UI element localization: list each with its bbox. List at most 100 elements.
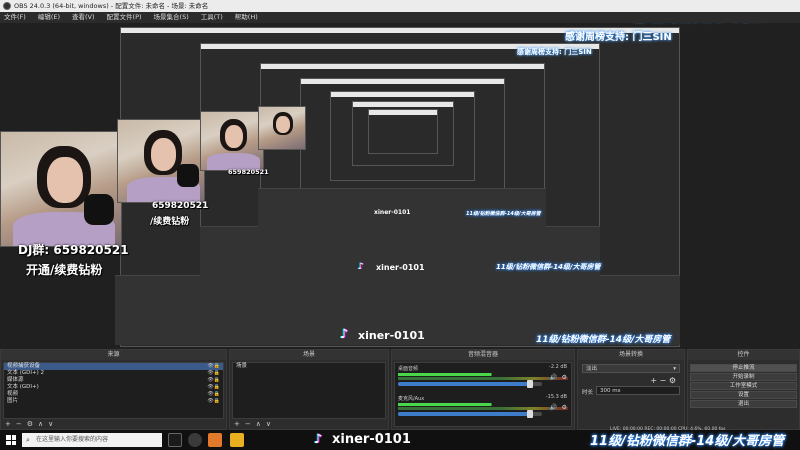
tiktok-logo-icon: ♪ bbox=[314, 431, 323, 447]
source-properties-gear-icon[interactable]: ⚙ bbox=[27, 420, 33, 428]
audio-mixer-dock: 音频混音器 桌面音频 -2.2 dB 🔊 ⚙ 麦克风/Aux -15.3 dB … bbox=[391, 349, 575, 430]
list-item[interactable]: 文本 (GDI+) 👁🔒 bbox=[4, 384, 223, 391]
remove-transition-button[interactable]: − bbox=[660, 376, 667, 385]
tiktok-user-label: xiner-0101 bbox=[374, 209, 411, 216]
add-transition-button[interactable]: + bbox=[650, 376, 657, 385]
transition-settings-gear-icon[interactable]: ⚙ bbox=[669, 376, 676, 385]
source-label: 图片 bbox=[7, 398, 19, 404]
studio-mode-button[interactable]: 工作室模式 bbox=[690, 382, 797, 390]
duration-value: 300 ms bbox=[600, 388, 621, 394]
search-placeholder: 在这里输入你要搜索的内容 bbox=[36, 436, 109, 443]
move-up-button[interactable]: ∧ bbox=[38, 420, 43, 428]
taskbar: ⌕ 在这里输入你要搜索的内容 ♪ xiner-0101 11级/钻粉微信群-14… bbox=[0, 430, 800, 450]
start-recording-button[interactable]: 开始录制 bbox=[690, 373, 797, 381]
menu-profile[interactable]: 配置文件(P) bbox=[107, 12, 142, 23]
mixer-title: 音频混音器 bbox=[392, 350, 574, 360]
settings-button[interactable]: 设置 bbox=[690, 391, 797, 399]
list-item[interactable]: 文本 (GDI+) 2 👁🔒 bbox=[4, 370, 223, 377]
source-label: 视频 bbox=[7, 391, 19, 397]
remove-scene-button[interactable]: − bbox=[245, 420, 251, 428]
add-scene-button[interactable]: + bbox=[234, 420, 240, 428]
move-down-button[interactable]: ∨ bbox=[48, 420, 53, 428]
scroll-banner: 11级/钻粉微信群-14级/大哥房管 bbox=[590, 434, 785, 449]
preview-canvas[interactable]: DJ群: 659820521 开通/续费钻粉 659820521 /续费钻粉 6… bbox=[0, 23, 800, 349]
volume-slider[interactable] bbox=[398, 410, 542, 418]
taskbar-search-input[interactable]: ⌕ 在这里输入你要搜索的内容 bbox=[22, 433, 162, 447]
add-source-button[interactable]: + bbox=[5, 420, 11, 428]
speaker-icon[interactable]: 🔊 bbox=[550, 404, 557, 411]
visibility-lock-icon[interactable]: 👁🔒 bbox=[207, 398, 220, 405]
transition-select[interactable]: 淡出 ▾ bbox=[582, 364, 680, 373]
scenes-title: 场景 bbox=[230, 350, 388, 360]
level-meter-scale bbox=[398, 377, 568, 380]
exit-button[interactable]: 退出 bbox=[690, 400, 797, 408]
scenes-toolbar: + − ∧ ∨ bbox=[234, 420, 271, 428]
renew-text-nested: /续费钻粉 bbox=[150, 217, 190, 227]
folder-icon[interactable] bbox=[230, 433, 244, 447]
source-label: 媒体源 bbox=[7, 377, 24, 383]
visibility-lock-icon[interactable]: 👁🔒 bbox=[207, 377, 220, 384]
list-item[interactable]: 场景 bbox=[233, 363, 385, 370]
scene-move-up-button[interactable]: ∧ bbox=[256, 420, 261, 428]
webcam-feed-nested-1 bbox=[117, 119, 205, 203]
menu-edit[interactable]: 编辑(E) bbox=[38, 12, 60, 23]
visibility-lock-icon[interactable]: 👁🔒 bbox=[207, 370, 220, 377]
speaker-icon[interactable]: 🔊 bbox=[550, 374, 557, 381]
dj-group-text: DJ群: 659820521 bbox=[18, 243, 129, 257]
obs-app-icon[interactable] bbox=[188, 433, 202, 447]
list-item[interactable]: 图片 👁🔒 bbox=[4, 398, 223, 405]
scene-move-down-button[interactable]: ∨ bbox=[266, 420, 271, 428]
tiktok-id-nested: ♪ xiner-0101 bbox=[340, 328, 425, 342]
list-item[interactable]: 视频 👁🔒 bbox=[4, 391, 223, 398]
source-label: 文本 (GDI+) 2 bbox=[7, 370, 45, 376]
stop-streaming-button[interactable]: 停止推流 bbox=[690, 364, 797, 372]
menu-help[interactable]: 帮助(H) bbox=[235, 12, 258, 23]
remove-source-button[interactable]: − bbox=[16, 420, 22, 428]
nested-docks-3 bbox=[258, 188, 546, 228]
task-view-icon[interactable] bbox=[168, 433, 182, 447]
controls-title: 控件 bbox=[688, 350, 799, 360]
gear-icon[interactable]: ⚙ bbox=[562, 374, 567, 381]
list-item[interactable]: 媒体源 👁🔒 bbox=[4, 377, 223, 384]
scroll-banner-nested-3: 11级/钻粉微信群-14级/大哥房管 bbox=[466, 211, 541, 217]
channel-label: 桌面音频 bbox=[398, 366, 419, 372]
search-icon: ⌕ bbox=[26, 436, 30, 444]
sources-list[interactable]: 视频捕获设备 👁🔒 文本 (GDI+) 2 👁🔒 媒体源 👁🔒 文本 (GDI+) 👁🔒… bbox=[3, 362, 224, 419]
sources-dock: 来源 视频捕获设备 👁🔒 文本 (GDI+) 2 👁🔒 媒体源 👁🔒 文本 (GDI+… bbox=[0, 349, 227, 430]
level-meter-scale bbox=[398, 407, 568, 410]
visibility-lock-icon[interactable]: 👁🔒 bbox=[207, 363, 220, 370]
volume-slider[interactable] bbox=[398, 380, 542, 388]
tiktok-id-nested-2: ♪ xiner-0101 bbox=[358, 260, 425, 274]
sources-title: 来源 bbox=[1, 350, 226, 360]
window-title: OBS 24.0.3 (64-bit, windows) - 配置文件: 未命名… bbox=[14, 2, 209, 10]
dock-area: 来源 视频捕获设备 👁🔒 文本 (GDI+) 2 👁🔒 媒体源 👁🔒 文本 (GDI+… bbox=[0, 349, 800, 430]
transition-toolbar: + − ⚙ bbox=[650, 376, 676, 385]
windows-start-icon[interactable] bbox=[6, 435, 16, 445]
menu-file[interactable]: 文件(F) bbox=[4, 12, 26, 23]
tiktok-user-label: xiner-0101 bbox=[332, 432, 411, 447]
menu-scene-collection[interactable]: 场景集合(S) bbox=[154, 12, 189, 23]
channel-db: -2.2 dB bbox=[549, 364, 567, 370]
volume-knob[interactable] bbox=[527, 380, 534, 388]
menu-bar: 文件(F) 编辑(E) 查看(V) 配置文件(P) 场景集合(S) 工具(T) … bbox=[0, 12, 800, 23]
duration-input[interactable]: 300 ms bbox=[596, 386, 680, 395]
visibility-lock-icon[interactable]: 👁🔒 bbox=[207, 384, 220, 391]
scenes-list[interactable]: 场景 bbox=[232, 362, 386, 419]
mixer-channel-desktop: 桌面音频 -2.2 dB 🔊 ⚙ bbox=[395, 363, 571, 388]
mixer-channel-mic: 麦克风/Aux -15.3 dB 🔊 ⚙ bbox=[395, 393, 571, 418]
thanks-banner-nested-2: 感谢周榜支持: 门三SIN bbox=[517, 48, 592, 56]
obs-logo-icon bbox=[3, 2, 11, 10]
webcam-feed-nested-2 bbox=[200, 111, 264, 171]
menu-tools[interactable]: 工具(T) bbox=[201, 12, 223, 23]
menu-view[interactable]: 查看(V) bbox=[72, 12, 95, 23]
transitions-dock: 场景转换 淡出 ▾ + − ⚙ 时长 300 ms bbox=[577, 349, 685, 430]
transitions-title: 场景转换 bbox=[578, 350, 684, 360]
scenes-dock: 场景 场景 + − ∧ ∨ bbox=[229, 349, 389, 430]
channel-db: -15.3 dB bbox=[545, 394, 567, 400]
mixer-panel: 桌面音频 -2.2 dB 🔊 ⚙ 麦克风/Aux -15.3 dB 🔊 ⚙ bbox=[394, 362, 572, 427]
gear-icon[interactable]: ⚙ bbox=[562, 404, 567, 411]
list-item[interactable]: 视频捕获设备 👁🔒 bbox=[4, 363, 223, 370]
volume-knob[interactable] bbox=[527, 410, 534, 418]
app-icon-orange[interactable] bbox=[208, 433, 222, 447]
visibility-lock-icon[interactable]: 👁🔒 bbox=[207, 391, 220, 398]
